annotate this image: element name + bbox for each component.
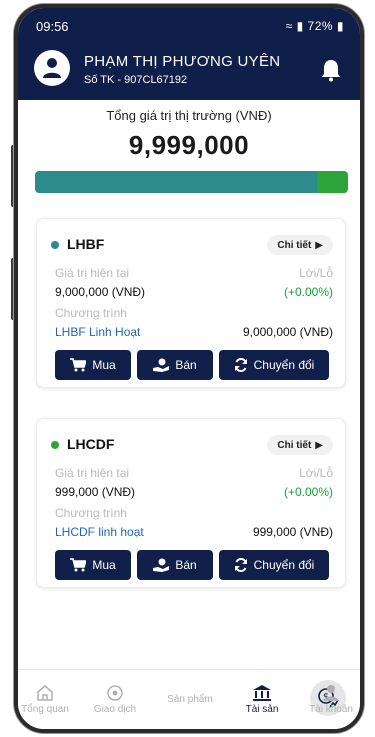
battery-level: 72% <box>307 19 334 33</box>
allocation-segment <box>316 171 348 193</box>
sell-label: Bán <box>175 358 197 372</box>
program-label: Chương trình <box>55 506 127 520</box>
sell-label: Bán <box>175 558 197 572</box>
fund-card: LHCDF Chi tiết ▶ Giá trị hiện tại Lời/Lỗ… <box>36 418 346 588</box>
account-number: Số TK - 907CL67192 <box>84 74 188 86</box>
fund-dot <box>51 441 59 449</box>
pnl-value: (+0.00%) <box>283 485 333 499</box>
convert-label: Chuyển đổi <box>253 558 315 572</box>
market-value: 9,999,000 <box>128 130 250 160</box>
buy-button[interactable]: Mua <box>55 550 131 580</box>
bottom-tab-bar: Tổng quan Giao dịch $ Sản phẩm Tài sản T… <box>18 669 360 729</box>
market-value-label: Tổng giá trị thị trường (VNĐ) <box>106 108 272 123</box>
account-icon <box>324 685 338 701</box>
tab-label: Sản phẩm <box>167 694 213 705</box>
wifi-icon: ≈ <box>285 19 293 33</box>
tab-label: Tài sản <box>245 704 279 715</box>
fund-name: LHCDF <box>67 436 115 452</box>
program-label: Chương trình <box>55 306 127 320</box>
tab-transactions[interactable]: Giao dịch <box>80 684 150 715</box>
signal-icon: ▮ <box>296 19 304 33</box>
current-value: 9,000,000 (VNĐ) <box>55 285 146 299</box>
status-time: 09:56 <box>36 19 69 34</box>
app-header: 09:56 ≈ ▮ 72% ▮ PHẠM THỊ PHƯƠNG UYÊN Số … <box>18 8 360 100</box>
detail-button[interactable]: Chi tiết ▶ <box>267 435 333 455</box>
detail-label: Chi tiết <box>277 439 312 451</box>
pnl-label: Lời/Lỗ <box>299 466 333 480</box>
current-value-label: Giá trị hiện tại <box>55 266 130 280</box>
tab-assets[interactable]: Tài sản <box>227 684 297 715</box>
status-indicators: ≈ ▮ 72% ▮ <box>286 19 344 33</box>
phone-frame: 09:56 ≈ ▮ 72% ▮ PHẠM THỊ PHƯƠNG UYÊN Số … <box>14 4 364 733</box>
pnl-value: (+0.00%) <box>283 285 333 299</box>
fund-dot <box>51 241 59 249</box>
hand-coin-icon <box>153 358 170 372</box>
current-value-label: Giá trị hiện tại <box>55 466 130 480</box>
buy-label: Mua <box>92 558 116 572</box>
status-bar: 09:56 ≈ ▮ 72% ▮ <box>18 8 360 36</box>
allocation-bar <box>35 171 348 193</box>
hand-coin-icon <box>153 558 170 572</box>
program-link[interactable]: LHCDF linh hoạt <box>55 525 144 539</box>
refresh-icon <box>234 558 247 572</box>
bell-icon[interactable] <box>320 58 342 82</box>
buy-label: Mua <box>92 358 116 372</box>
fund-card: LHBF Chi tiết ▶ Giá trị hiện tại Lời/Lỗ … <box>36 218 346 388</box>
cart-icon <box>70 358 87 372</box>
program-value: 9,000,000 (VNĐ) <box>242 325 333 339</box>
play-icon: ▶ <box>315 439 323 451</box>
detail-label: Chi tiết <box>277 239 312 251</box>
tab-overview[interactable]: Tổng quan <box>18 684 80 715</box>
convert-label: Chuyển đổi <box>253 358 315 372</box>
pnl-label: Lời/Lỗ <box>299 266 333 280</box>
home-icon <box>37 685 53 701</box>
program-link[interactable]: LHBF Linh Hoạt <box>55 325 140 339</box>
tab-label: Tổng quan <box>21 704 69 715</box>
program-value: 999,000 (VNĐ) <box>252 525 333 539</box>
tab-products[interactable]: $ Sản phẩm <box>155 680 346 716</box>
cart-icon <box>70 558 87 572</box>
battery-icon: ▮ <box>336 19 344 33</box>
convert-button[interactable]: Chuyển đổi <box>219 350 329 380</box>
asset-icon <box>253 685 271 701</box>
buy-button[interactable]: Mua <box>55 350 131 380</box>
tab-account[interactable]: Tài khoản <box>296 684 360 715</box>
refresh-icon <box>234 358 247 372</box>
user-icon <box>43 58 61 78</box>
fund-name: LHBF <box>67 236 105 252</box>
play-icon: ▶ <box>315 239 323 251</box>
tab-label: Giao dịch <box>93 704 137 715</box>
user-name: PHẠM THỊ PHƯƠNG UYÊN <box>84 53 281 70</box>
allocation-segment <box>35 171 317 193</box>
convert-button[interactable]: Chuyển đổi <box>219 550 329 580</box>
sell-button[interactable]: Bán <box>137 350 213 380</box>
transaction-icon <box>107 685 123 701</box>
avatar[interactable] <box>34 50 70 86</box>
sell-button[interactable]: Bán <box>137 550 213 580</box>
detail-button[interactable]: Chi tiết ▶ <box>267 235 333 255</box>
tab-label: Tài khoản <box>309 704 353 715</box>
current-value: 999,000 (VNĐ) <box>55 485 136 499</box>
